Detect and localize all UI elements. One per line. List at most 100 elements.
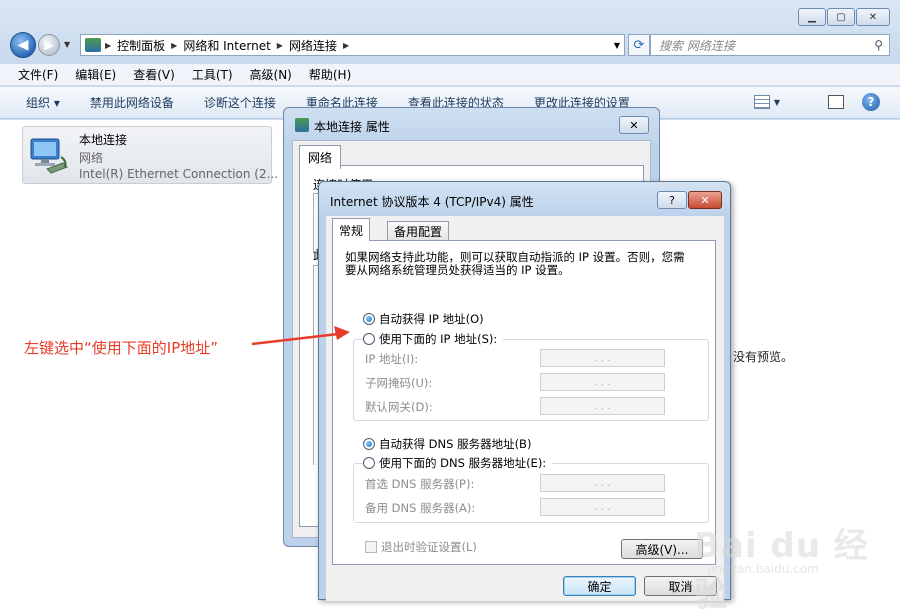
control-panel-icon <box>85 38 101 52</box>
forward-button[interactable]: ▶ <box>38 34 60 56</box>
search-input[interactable]: 搜索 网络连接 ⚲ <box>650 34 890 56</box>
ip-dots: . . . <box>594 501 611 513</box>
disable-device-button[interactable]: 禁用此网络设备 <box>90 94 174 111</box>
view-dropdown-icon[interactable]: ▼ <box>774 98 780 107</box>
chevron-right-icon: ▶ <box>342 40 350 50</box>
subnet-mask-field[interactable]: . . . <box>540 373 665 391</box>
menu-edit[interactable]: 编辑(E) <box>75 66 116 83</box>
preferred-dns-field[interactable]: . . . <box>540 474 665 492</box>
maximize-icon: ▢ <box>836 11 846 23</box>
breadcrumb-control-panel[interactable]: 控制面板 <box>117 37 165 54</box>
menu-tools[interactable]: 工具(T) <box>192 66 233 83</box>
help-icon: ? <box>669 193 675 207</box>
address-bar[interactable]: ▶ 控制面板 ▶ 网络和 Internet ▶ 网络连接 ▶ ▼ <box>80 34 625 56</box>
chevron-right-icon: ▶ <box>105 40 112 50</box>
general-panel: 如果网络支持此功能，则可以获取自动指派的 IP 设置。否则，您需要从网络系统管理… <box>332 240 716 565</box>
menu-help[interactable]: 帮助(H) <box>309 66 351 83</box>
ip-auto-label[interactable]: 自动获得 IP 地址(O) <box>379 311 484 327</box>
address-row: ◀ ▶ ▼ ▶ 控制面板 ▶ 网络和 Internet ▶ 网络连接 ▶ ▼ ⟳… <box>8 32 890 58</box>
back-button[interactable]: ◀ <box>10 32 36 58</box>
recent-pages-dropdown[interactable]: ▼ <box>64 40 70 49</box>
arrow-left-icon: ◀ <box>17 37 29 53</box>
tab-alternate-config[interactable]: 备用配置 <box>387 221 450 240</box>
close-icon: ✕ <box>868 11 878 23</box>
connection-network: 网络 <box>79 151 104 165</box>
subnet-mask-label: 子网掩码(U): <box>365 376 433 390</box>
default-gateway-field[interactable]: . . . <box>540 397 665 415</box>
properties-close-button[interactable]: ✕ <box>619 116 649 134</box>
connection-device: Intel(R) Ethernet Connection (2... <box>79 167 279 181</box>
connection-tile[interactable]: 本地连接 网络 Intel(R) Ethernet Connection (2.… <box>22 126 278 184</box>
close-button[interactable]: ✕ <box>856 8 890 26</box>
minimize-icon: ▁ <box>808 11 816 23</box>
window-controls: ▁ ▢ ✕ <box>798 8 890 26</box>
breadcrumb-network-connections[interactable]: 网络连接 <box>289 37 337 54</box>
arrow-right-icon: ▶ <box>44 38 54 52</box>
preview-pane-icon[interactable] <box>828 95 844 109</box>
ip-auto-option[interactable]: 自动获得 IP 地址(O) <box>363 311 484 327</box>
validate-settings-option[interactable]: 退出时验证设置(L) <box>365 539 477 555</box>
view-controls: ▼ ? <box>753 93 880 111</box>
ip-manual-radio[interactable] <box>363 333 375 345</box>
ipv4-properties-dialog: Internet 协议版本 4 (TCP/IPv4) 属性 ? ✕ 如果网络支持… <box>318 181 731 601</box>
menu-advanced[interactable]: 高级(N) <box>250 66 292 83</box>
chevron-right-icon: ▶ <box>171 40 178 50</box>
maximize-button[interactable]: ▢ <box>827 8 855 26</box>
ip-dots: . . . <box>594 477 611 489</box>
alternate-dns-field[interactable]: . . . <box>540 498 665 516</box>
chevron-right-icon: ▶ <box>276 40 283 50</box>
baidu-watermark: Bai du 经验 jingyan.baidu.com <box>690 500 890 615</box>
organize-button[interactable]: 组织 ▾ <box>26 94 60 111</box>
network-adapter-icon <box>30 138 68 174</box>
ip-dots: . . . <box>594 376 611 388</box>
refresh-icon: ⟳ <box>633 37 645 53</box>
alternate-dns-label: 备用 DNS 服务器(A): <box>365 501 476 515</box>
annotation-arrow <box>251 326 350 346</box>
address-dropdown-icon[interactable]: ▼ <box>614 41 620 50</box>
ip-dots: . . . <box>594 352 611 364</box>
validate-settings-label[interactable]: 退出时验证设置(L) <box>381 539 477 555</box>
validate-settings-checkbox[interactable] <box>365 541 377 553</box>
default-gateway-label: 默认网关(D): <box>365 400 433 414</box>
ipv4-dialog-body: 如果网络支持此功能，则可以获取自动指派的 IP 设置。否则，您需要从网络系统管理… <box>326 216 724 601</box>
dns-manual-label[interactable]: 使用下面的 DNS 服务器地址(E): <box>379 455 546 471</box>
instruction-annotation: 左键选中“使用下面的IP地址” <box>24 339 219 357</box>
description-text: 如果网络支持此功能，则可以获取自动指派的 IP 设置。否则，您需要从网络系统管理… <box>345 250 685 277</box>
help-button[interactable]: ? <box>657 191 687 209</box>
dns-auto-option[interactable]: 自动获得 DNS 服务器地址(B) <box>363 436 531 452</box>
diagnose-button[interactable]: 诊断这个连接 <box>204 94 276 111</box>
dns-manual-radio[interactable] <box>363 457 375 469</box>
close-icon: ✕ <box>700 193 710 207</box>
menu-file[interactable]: 文件(F) <box>18 66 58 83</box>
tab-general[interactable]: 常规 <box>332 218 371 241</box>
ip-manual-label[interactable]: 使用下面的 IP 地址(S): <box>379 331 497 347</box>
ipv4-dialog-title: Internet 协议版本 4 (TCP/IPv4) 属性 <box>330 195 534 209</box>
preferred-dns-label: 首选 DNS 服务器(P): <box>365 477 475 491</box>
minimize-button[interactable]: ▁ <box>798 8 826 26</box>
ip-address-field[interactable]: . . . <box>540 349 665 367</box>
preview-text: 没有预览。 <box>733 350 794 364</box>
ip-manual-option[interactable]: 使用下面的 IP 地址(S): <box>363 331 504 347</box>
close-icon: ✕ <box>629 118 639 132</box>
refresh-button[interactable]: ⟳ <box>628 34 650 56</box>
properties-dialog-title: 本地连接 属性 <box>314 120 390 134</box>
connection-name: 本地连接 <box>79 133 128 147</box>
watermark-url: jingyan.baidu.com <box>708 562 819 576</box>
ip-auto-radio[interactable] <box>363 313 375 325</box>
menu-view[interactable]: 查看(V) <box>133 66 175 83</box>
ip-address-label: IP 地址(I): <box>365 352 419 366</box>
network-icon <box>295 118 309 132</box>
menu-bar: 文件(F) 编辑(E) 查看(V) 工具(T) 高级(N) 帮助(H) <box>0 64 900 86</box>
ok-button[interactable]: 确定 <box>563 576 636 596</box>
ip-dots: . . . <box>594 400 611 412</box>
dns-manual-option[interactable]: 使用下面的 DNS 服务器地址(E): <box>363 455 553 471</box>
breadcrumb-network-internet[interactable]: 网络和 Internet <box>183 37 270 54</box>
search-placeholder: 搜索 网络连接 <box>659 38 735 53</box>
help-icon[interactable]: ? <box>862 93 880 111</box>
dns-auto-radio[interactable] <box>363 438 375 450</box>
change-view-icon[interactable] <box>753 95 770 109</box>
dns-auto-label[interactable]: 自动获得 DNS 服务器地址(B) <box>379 436 531 452</box>
ipv4-close-button[interactable]: ✕ <box>688 191 722 209</box>
tab-network[interactable]: 网络 <box>299 145 342 169</box>
search-icon[interactable]: ⚲ <box>874 38 883 52</box>
